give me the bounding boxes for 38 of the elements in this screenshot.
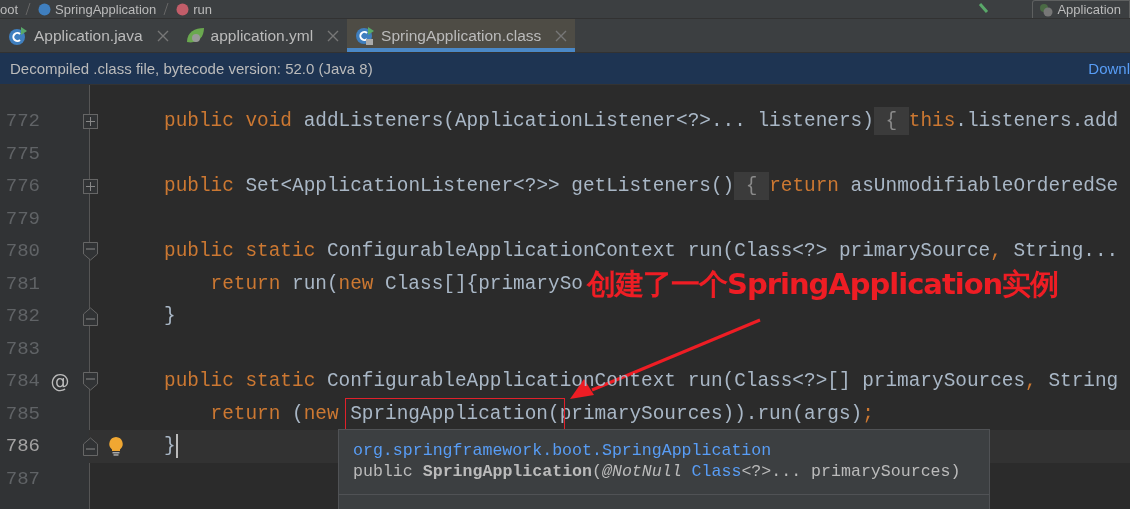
close-icon[interactable] [555, 29, 568, 42]
separator-icon [24, 2, 33, 16]
override-marker[interactable]: @ [50, 370, 70, 393]
close-icon[interactable] [327, 29, 340, 42]
download-link[interactable]: Downl [1088, 60, 1130, 77]
code-line: return run(new Class[]{primarySo [209, 271, 583, 297]
code-line: public static ConfigurableApplicationContext run(Class<?> primarySource, String... [163, 239, 1119, 265]
class-icon [355, 25, 376, 46]
separator-icon [162, 2, 171, 16]
fold-icon[interactable] [82, 436, 98, 456]
fold-icon[interactable] [82, 241, 98, 261]
expand-icon[interactable] [82, 178, 98, 194]
code-line: public Set<ApplicationListener<?>> getListeners() { return asUnmodifiableOrderedSe [149, 170, 1119, 203]
spring-boot-icon [1039, 2, 1054, 17]
editor-tab[interactable]: SpringApplication.class [347, 19, 576, 52]
lightbulb-icon[interactable] [108, 436, 124, 457]
breadcrumb-item[interactable]: run [193, 1, 213, 17]
build-icon[interactable] [978, 2, 991, 16]
class-icon [8, 25, 28, 46]
code-line: } [163, 433, 178, 461]
annotation-text: 创建了一个SpringApplication实例 [587, 268, 1059, 300]
doc-text: org.springframework.boot.SpringApplication [353, 440, 773, 461]
fold-icon[interactable] [82, 371, 98, 391]
code-line: public void addListeners(ApplicationListener<?>... listeners) { this.listeners.add [149, 105, 1119, 138]
fold-icon[interactable] [82, 306, 98, 326]
editor-tab[interactable]: application.yml [176, 19, 348, 52]
line-number: 786 [4, 435, 40, 458]
close-icon[interactable] [156, 29, 169, 42]
method-icon [176, 2, 190, 16]
editor-tab[interactable]: Application.java [0, 19, 177, 52]
code-line: } [163, 304, 176, 330]
breadcrumb-item[interactable]: oot [0, 1, 19, 17]
class-icon [38, 2, 52, 16]
breadcrumb-item[interactable]: SpringApplication [55, 1, 157, 17]
banner-text: Decompiled .class file, bytecode version: 52.0 (Java 8) [10, 60, 373, 77]
doc-text: public SpringApplication(@NotNull Class<?>... primarySources) [353, 461, 962, 482]
run-config-dropdown[interactable]: Application [1032, 0, 1130, 18]
expand-icon[interactable] [82, 113, 98, 129]
